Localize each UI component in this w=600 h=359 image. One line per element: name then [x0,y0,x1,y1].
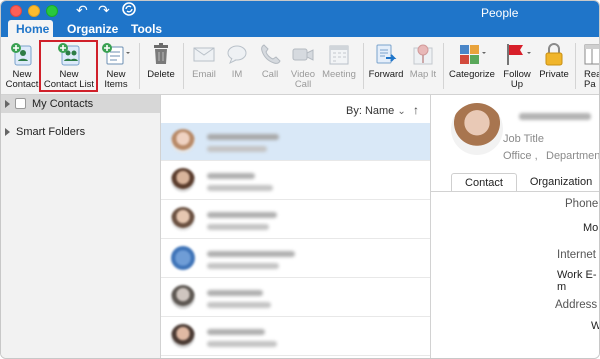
my-contacts-checkbox[interactable] [15,98,26,109]
reading-pane-icon [583,42,599,66]
video-camera-icon [291,42,315,66]
lock-icon [543,42,565,66]
video-call-button[interactable]: Video Call [287,40,319,94]
avatar [171,129,195,153]
forward-button[interactable]: Forward [367,40,405,94]
avatar [171,285,195,309]
tab-organize[interactable]: Organize [59,20,121,37]
disclosure-triangle-icon[interactable] [5,128,10,136]
meeting-button[interactable]: Meeting [321,40,357,94]
list-item[interactable] [161,201,430,239]
list-item[interactable] [161,318,430,356]
zoom-window-button[interactable] [46,5,58,17]
sort-bar: By: Name ⌄ ↑ [161,95,430,123]
job-title-field[interactable]: Job Title [503,133,544,145]
contact-name-redacted [207,212,277,218]
avatar [171,246,195,270]
map-pin-icon [411,42,435,66]
list-item[interactable] [161,279,430,317]
categorize-icon [457,42,487,66]
redo-icon[interactable]: ↷ [98,3,110,19]
office-field[interactable]: Office , [503,150,538,162]
window-title: People [481,6,519,20]
call-button[interactable]: Call [255,40,285,94]
tab-contact[interactable]: Contact [451,173,517,191]
tab-organization[interactable]: Organization [519,173,599,191]
contact-detail-redacted [207,341,277,347]
email-button[interactable]: Email [187,40,221,94]
follow-up-button[interactable]: Follow Up [499,40,535,94]
chevron-down-icon: ⌄ [397,106,406,117]
sort-by-dropdown[interactable]: By: Name ⌄ [346,105,406,117]
contact-detail-pane: Job Title Office , Department Contact Or… [431,95,599,358]
phone-label: Phone [565,198,599,210]
contact-name-redacted [519,113,591,120]
contact-detail-redacted [207,302,271,308]
contact-name-redacted [207,329,265,335]
categorize-button[interactable]: Categorize [447,40,497,94]
address-value[interactable]: W [591,320,599,332]
internet-value[interactable]: Work E-m [557,269,599,293]
phone-value[interactable]: Mo [583,222,598,234]
contact-name-redacted [207,251,295,257]
new-contact-icon [10,42,34,66]
new-items-button[interactable]: New Items [97,40,135,94]
chat-bubble-icon [225,42,249,66]
folder-pane: My Contacts Smart Folders [1,95,161,358]
folder-my-contacts[interactable]: My Contacts [1,95,160,113]
contact-name-redacted [207,134,279,140]
list-item[interactable] [161,162,430,200]
internet-label: Internet [557,249,596,261]
list-item[interactable] [161,240,430,278]
contact-photo [451,103,503,155]
avatar [171,207,195,231]
tab-tools[interactable]: Tools [123,20,167,37]
close-window-button[interactable] [10,5,22,17]
delete-button[interactable]: Delete [143,40,179,94]
sync-icon[interactable] [121,1,137,21]
avatar [171,168,195,192]
sort-direction-arrow-icon[interactable]: ↑ [413,103,419,117]
avatar [171,324,195,348]
disclosure-triangle-icon[interactable] [5,100,10,108]
contact-detail-redacted [207,224,269,230]
title-bar: ↶ ↷ People Home Organize Tools [1,1,599,37]
new-contact-list-highlight [39,40,98,92]
contact-name-redacted [207,173,255,179]
trash-icon [151,42,171,66]
private-button[interactable]: Private [537,40,571,94]
im-button[interactable]: IM [223,40,251,94]
new-contact-button[interactable]: New Contact [3,40,41,94]
minimize-window-button[interactable] [28,5,40,17]
address-label: Address [555,299,598,311]
tab-home[interactable]: Home [8,20,53,37]
list-item[interactable] [161,123,430,161]
new-items-icon [101,42,131,66]
folder-smart-folders[interactable]: Smart Folders [1,123,160,141]
reading-pane-button[interactable]: Rea Pa [579,40,599,94]
app-window: ↶ ↷ People Home Organize Tools New Conta… [0,0,600,359]
contact-list: By: Name ⌄ ↑ [161,95,431,358]
contact-name-redacted [207,290,263,296]
undo-icon[interactable]: ↶ [76,3,88,19]
contact-detail-redacted [207,263,279,269]
contact-detail-redacted [207,185,273,191]
phone-icon [258,42,282,66]
forward-contact-icon [374,42,398,66]
contact-detail-redacted [207,146,267,152]
map-it-button[interactable]: Map It [407,40,439,94]
calendar-icon [327,42,351,66]
flag-icon [502,42,532,66]
envelope-icon [192,42,216,66]
department-field[interactable]: Department [546,150,599,162]
